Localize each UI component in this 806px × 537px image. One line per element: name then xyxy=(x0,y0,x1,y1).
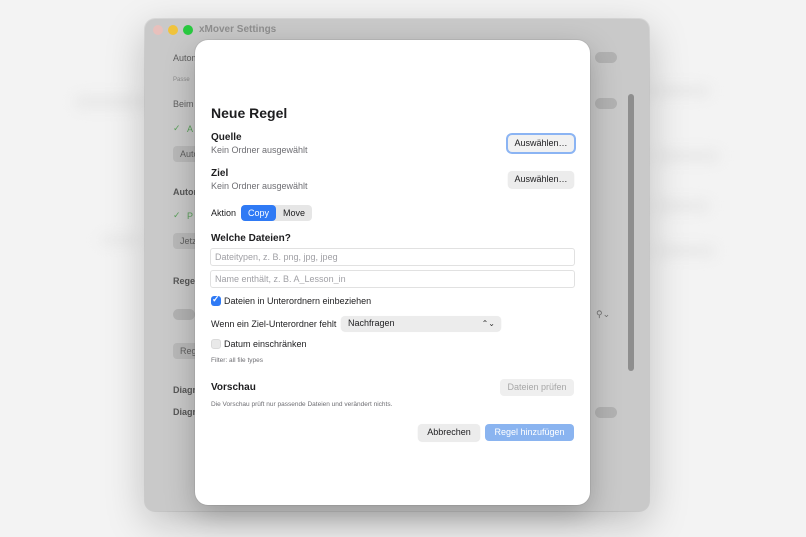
action-move-option[interactable]: Move xyxy=(276,205,312,221)
bg-toggle[interactable] xyxy=(173,309,195,320)
target-label: Ziel xyxy=(211,168,229,179)
preview-note: Die Vorschau prüft nur passende Dateien … xyxy=(211,401,393,408)
subfolders-label: Dateien in Unterordnern einbeziehen xyxy=(224,296,372,306)
window-titlebar: xMover Settings xyxy=(145,19,649,41)
zoom-window-button[interactable] xyxy=(183,25,193,35)
name-contains-field[interactable] xyxy=(210,270,575,288)
bg-status: A xyxy=(187,124,194,134)
link-chevron-icon[interactable]: ⚲⌄ xyxy=(596,309,610,320)
sheet-title: Neue Regel xyxy=(211,105,288,121)
background-blur xyxy=(650,85,710,97)
source-value: Kein Ordner ausgewählt xyxy=(211,145,308,155)
background-blur xyxy=(100,235,140,245)
action-label: Aktion xyxy=(211,208,237,218)
filter-summary: Filter: all file types xyxy=(211,357,264,364)
bg-status-2: P xyxy=(187,211,194,221)
bg-toggle[interactable] xyxy=(595,98,617,109)
new-rule-sheet: Neue Regel Quelle Kein Ordner ausgewählt… xyxy=(195,40,590,505)
cancel-button[interactable]: Abbrechen xyxy=(418,424,480,441)
bg-toggle[interactable] xyxy=(595,52,617,63)
bg-label-beim: Beim xyxy=(173,99,194,109)
date-label: Datum einschränken xyxy=(224,339,307,349)
action-copy-option[interactable]: Copy xyxy=(241,205,277,221)
files-heading: Welche Dateien? xyxy=(211,233,291,244)
file-types-input[interactable] xyxy=(215,249,574,265)
checkmark-circle-icon: ✓ xyxy=(173,123,181,133)
preview-heading: Vorschau xyxy=(211,382,256,393)
subfolders-checkbox[interactable] xyxy=(211,294,221,306)
action-segmented-control: Copy Move xyxy=(241,205,313,221)
bg-toggle[interactable] xyxy=(595,407,617,418)
source-label: Quelle xyxy=(211,132,242,143)
file-types-field[interactable] xyxy=(210,248,575,266)
check-files-button[interactable]: Dateien prüfen xyxy=(500,379,574,396)
window-title: xMover Settings xyxy=(199,24,277,35)
background-blur xyxy=(655,150,720,162)
bg-caption: Passe xyxy=(173,77,190,83)
close-window-button[interactable] xyxy=(153,25,163,35)
minimize-window-button[interactable] xyxy=(168,25,178,35)
background-blur xyxy=(655,200,710,212)
date-checkbox[interactable] xyxy=(211,339,221,349)
missing-subfolder-value: Nachfragen xyxy=(348,318,395,328)
add-rule-button[interactable]: Regel hinzufügen xyxy=(485,424,574,441)
up-down-chevron-icon: ⌃⌄ xyxy=(481,319,495,328)
choose-target-button[interactable]: Auswählen… xyxy=(508,171,574,188)
choose-source-button[interactable]: Auswählen… xyxy=(508,135,574,152)
background-blur xyxy=(655,245,715,257)
missing-subfolder-label: Wenn ein Ziel-Unterordner fehlt xyxy=(211,319,337,329)
background-blur xyxy=(75,95,145,109)
name-contains-input[interactable] xyxy=(215,271,574,287)
target-value: Kein Ordner ausgewählt xyxy=(211,181,308,191)
checkmark-circle-icon: ✓ xyxy=(173,210,181,220)
bg-section-regel: Regel xyxy=(173,276,198,286)
missing-subfolder-select[interactable]: Nachfragen ⌃⌄ xyxy=(341,316,501,331)
scrollbar[interactable] xyxy=(628,94,634,371)
